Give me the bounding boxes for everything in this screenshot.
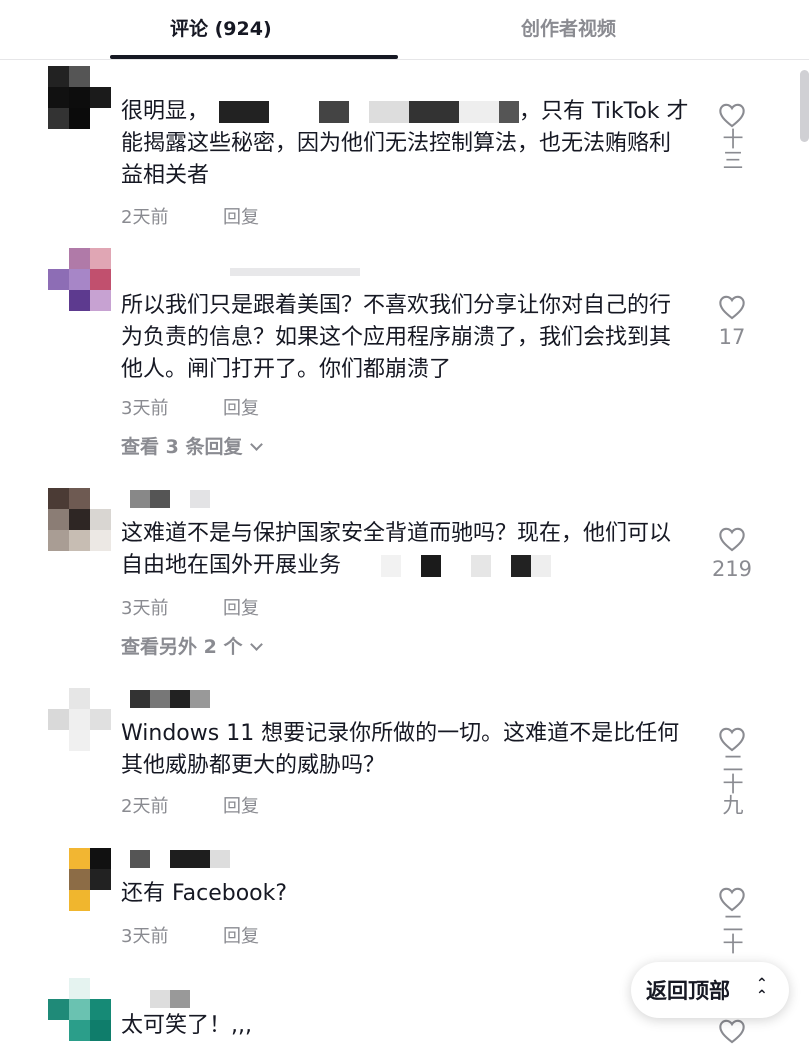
like-control[interactable] (702, 1018, 762, 1044)
username-redacted[interactable] (130, 850, 230, 870)
avatar[interactable] (48, 248, 112, 312)
redacted-text (209, 101, 520, 123)
comments-tabbar: 评论 (924) 创作者视频 (0, 0, 809, 60)
back-to-top-label: 返回顶部 (646, 979, 730, 1003)
reply-button[interactable]: 回复 (223, 203, 259, 229)
comment-text: 很明显， ，只有 TikTok 才能揭露这些秘密，因为他们无法控制算法，也无法贿赂… (121, 99, 689, 188)
like-count: 十三 (720, 128, 744, 170)
chevron-down-icon (250, 638, 264, 651)
redacted-text (381, 555, 552, 577)
comment-meta: 3天前 回复 (121, 394, 259, 420)
heart-icon[interactable] (718, 526, 746, 552)
username-redacted[interactable] (130, 490, 230, 510)
scrollbar-thumb[interactable] (800, 70, 809, 142)
like-control[interactable]: 二十九 (702, 726, 762, 815)
comment-text: 还有 Facebook? (121, 881, 288, 906)
username-redacted[interactable] (130, 990, 230, 1010)
comment-text: 太可笑了！,,, (121, 1013, 252, 1038)
avatar[interactable] (48, 978, 112, 1042)
username-redacted[interactable] (130, 690, 230, 710)
avatar[interactable] (48, 848, 112, 912)
like-control[interactable]: 十三 (702, 102, 762, 170)
comment-meta: 2天前 回复 (121, 792, 259, 818)
avatar[interactable] (48, 66, 112, 130)
like-control[interactable]: 219 (702, 526, 762, 584)
tab-creator-videos[interactable]: 创作者视频 (521, 14, 616, 41)
chevron-down-icon (250, 438, 264, 451)
heart-icon[interactable] (718, 726, 746, 752)
reply-button[interactable]: 回复 (223, 792, 259, 818)
active-tab-indicator (110, 55, 398, 59)
comment-time: 3天前 (121, 598, 169, 619)
heart-icon[interactable] (718, 102, 746, 128)
like-control[interactable]: 17 (702, 294, 762, 352)
comment-meta: 2天前 回复 (121, 203, 259, 229)
comment-time: 2天前 (121, 796, 169, 817)
comment-text: 所以我们只是跟着美国？不喜欢我们分享让你对自己的行为负责的信息？如果这个应用程序… (121, 293, 672, 382)
view-replies-button[interactable]: 查看 3 条回复 (121, 432, 264, 459)
double-chevron-up-icon: ⌃ ⌃ (756, 976, 768, 1004)
username-redacted[interactable] (130, 268, 360, 288)
comment-text: 这难道不是与保护国家安全背道而驰吗？现在，他们可以自由地在国外开展业务 (121, 521, 672, 578)
comment-time: 3天前 (121, 926, 169, 947)
back-to-top-button[interactable]: 返回顶部 ⌃ ⌃ (631, 962, 789, 1018)
comment-text: Windows 11 想要记录你所做的一切。这难道不是比任何其他威胁都更大的威胁… (121, 721, 680, 778)
reply-button[interactable]: 回复 (223, 394, 259, 420)
heart-icon[interactable] (718, 1018, 746, 1044)
comment-meta: 3天前 回复 (121, 922, 259, 948)
like-count: 二十 (720, 912, 744, 954)
tab-comments[interactable]: 评论 (924) (170, 14, 272, 41)
like-control[interactable]: 二十 (702, 886, 762, 954)
reply-button[interactable]: 回复 (223, 922, 259, 948)
like-count: 二十九 (720, 752, 744, 815)
avatar[interactable] (48, 488, 112, 552)
comment-time: 2天前 (121, 207, 169, 228)
like-count: 219 (711, 557, 753, 581)
view-replies-button[interactable]: 查看另外 2 个 (121, 632, 264, 659)
like-count: 17 (718, 325, 746, 349)
comment-meta: 3天前 回复 (121, 594, 259, 620)
reply-button[interactable]: 回复 (223, 594, 259, 620)
heart-icon[interactable] (718, 886, 746, 912)
avatar[interactable] (48, 688, 112, 752)
heart-icon[interactable] (718, 294, 746, 320)
comment-time: 3天前 (121, 398, 169, 419)
